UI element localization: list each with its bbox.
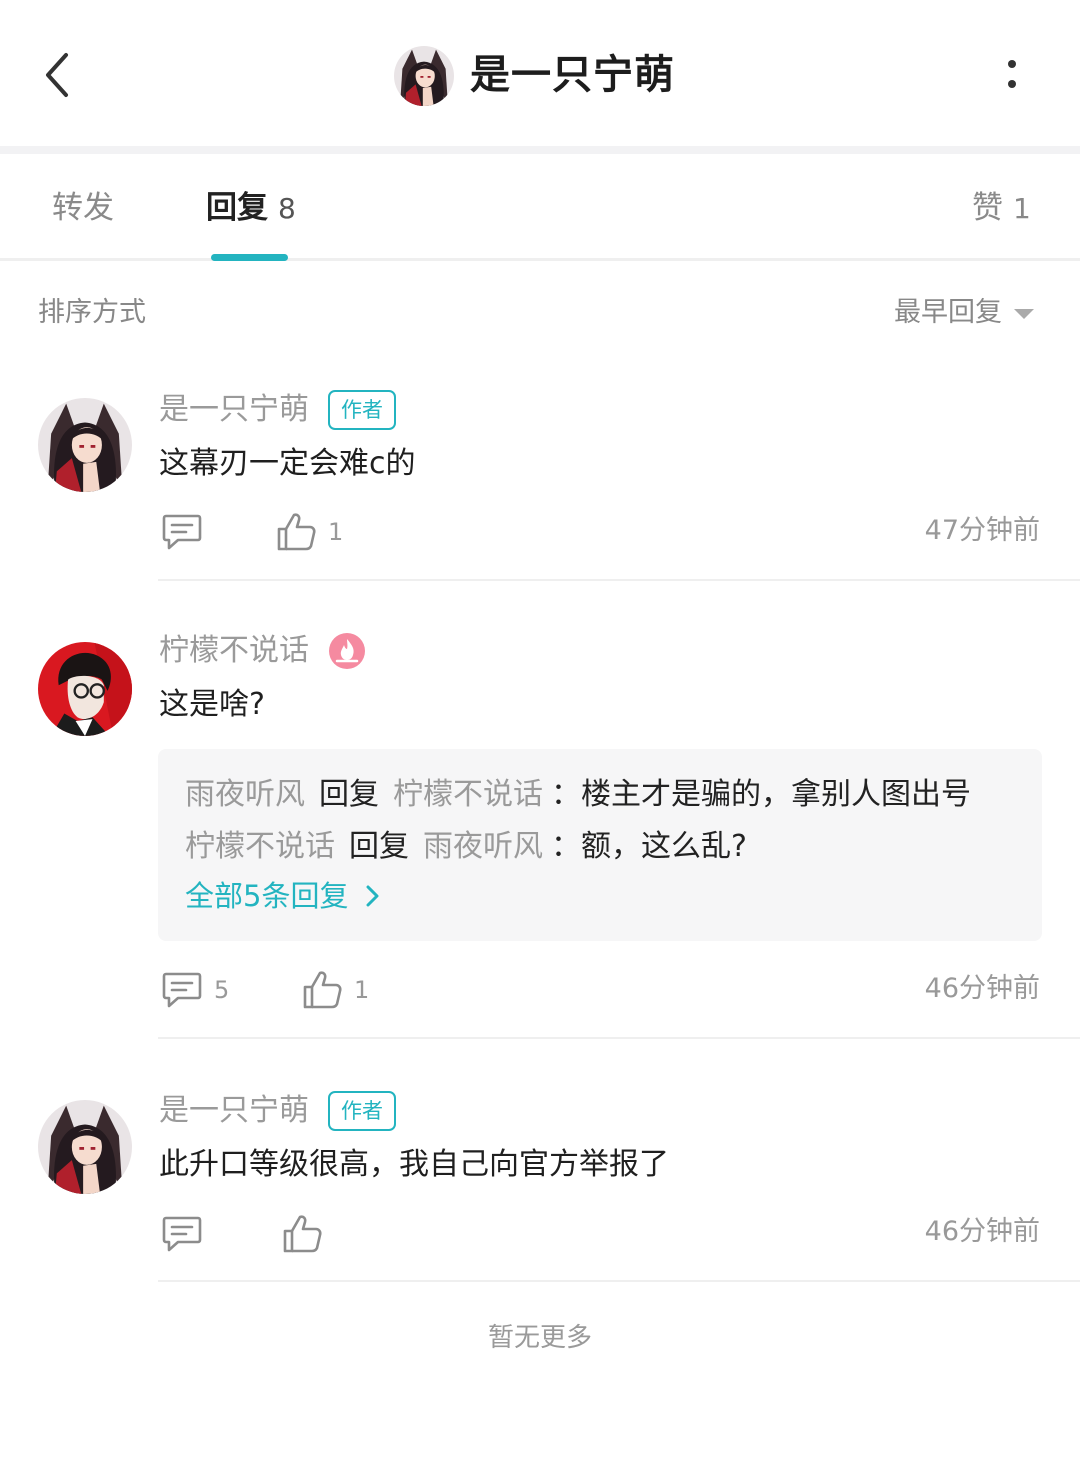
tab-reply-count: 8 <box>278 192 296 225</box>
tab-like-label: 赞 <box>972 190 1003 226</box>
tab-forward[interactable]: 转发 <box>52 180 114 236</box>
view-all-replies-link[interactable]: 全部5条回复 <box>185 873 382 919</box>
active-tab-indicator <box>211 254 288 261</box>
view-all-label: 全部5条回复 <box>185 879 349 913</box>
thumbs-up-icon <box>281 1212 325 1256</box>
sort-label: 排序方式 <box>38 297 146 328</box>
reply-button[interactable] <box>160 968 204 1012</box>
reply-from-user[interactable]: 雨夜听风 <box>185 777 305 812</box>
author-badge: 作者 <box>328 1091 396 1131</box>
comment-avatar[interactable] <box>38 642 132 736</box>
comment-username[interactable]: 柠檬不说话 <box>159 629 309 673</box>
comment-icon <box>160 1212 204 1256</box>
nested-replies-box[interactable]: 雨夜听风 回复 柠檬不说话 ：楼主才是骗的，拿别人图出号 柠檬不说话 回复 雨夜听风 ：额，… <box>158 749 1042 941</box>
comment-icon <box>160 510 204 554</box>
tab-reply-label: 回复 <box>206 190 268 226</box>
fire-badge-icon <box>328 632 366 670</box>
reply-from-user[interactable]: 柠檬不说话 <box>185 829 335 864</box>
more-options-button[interactable] <box>990 50 1034 102</box>
comment-avatar[interactable] <box>38 1100 132 1194</box>
reply-text: ：楼主才是骗的，拿别人图出号 <box>551 777 971 812</box>
author-badge: 作者 <box>328 390 396 430</box>
reply-button[interactable] <box>160 510 204 554</box>
chevron-left-icon <box>46 53 68 97</box>
sort-selected-value: 最早回复 <box>894 297 1002 328</box>
like-count: 1 <box>354 976 370 1004</box>
caret-down-icon <box>1014 308 1034 319</box>
header-avatar[interactable] <box>394 46 454 106</box>
reply-text: ：额，这么乱? <box>551 829 747 864</box>
no-more-text: 暂无更多 <box>487 1323 592 1353</box>
sort-dropdown[interactable]: 最早回复 <box>894 290 1034 336</box>
comment-divider <box>158 1280 1080 1282</box>
nested-reply: 雨夜听风 回复 柠檬不说话 ：楼主才是骗的，拿别人图出号 <box>185 771 971 819</box>
comment-time: 46分钟前 <box>924 973 1040 1004</box>
tab-forward-label: 转发 <box>52 190 114 226</box>
tab-divider <box>0 258 1080 261</box>
comment-icon <box>160 968 204 1012</box>
like-button[interactable] <box>301 968 345 1012</box>
like-count: 1 <box>328 518 344 546</box>
header-divider <box>0 146 1080 154</box>
page-title: 是一只宁萌 <box>470 52 675 98</box>
chevron-right-icon <box>366 885 379 907</box>
comment-time: 46分钟前 <box>924 1216 1040 1247</box>
comment-divider <box>158 1037 1080 1039</box>
comment-text: 此升口等级很高，我自己向官方举报了 <box>159 1147 669 1182</box>
tab-reply[interactable]: 回复 8 <box>206 180 296 237</box>
comment-divider <box>158 579 1080 581</box>
reply-to-user[interactable]: 雨夜听风 <box>423 829 543 864</box>
comment-username[interactable]: 是一只宁萌 <box>159 388 309 432</box>
comment-username[interactable]: 是一只宁萌 <box>159 1089 309 1133</box>
tab-like-count: 1 <box>1013 192 1031 225</box>
reply-count: 5 <box>214 976 230 1004</box>
comment-text: 这是啥? <box>159 687 265 722</box>
reply-button[interactable] <box>160 1212 204 1256</box>
reply-verb: 回复 <box>319 777 379 812</box>
back-button[interactable] <box>30 45 90 105</box>
comment-text: 这幕刃一定会难c的 <box>159 446 416 481</box>
reply-verb: 回复 <box>349 829 409 864</box>
comment-time: 47分钟前 <box>924 515 1040 546</box>
thumbs-up-icon <box>301 968 345 1012</box>
thumbs-up-icon <box>275 510 319 554</box>
comment-avatar[interactable] <box>38 398 132 492</box>
like-button[interactable] <box>275 510 319 554</box>
like-button[interactable] <box>281 1212 325 1256</box>
nested-reply: 柠檬不说话 回复 雨夜听风 ：额，这么乱? <box>185 823 747 871</box>
reply-to-user[interactable]: 柠檬不说话 <box>393 777 543 812</box>
tab-like[interactable]: 赞1 <box>972 180 1031 237</box>
